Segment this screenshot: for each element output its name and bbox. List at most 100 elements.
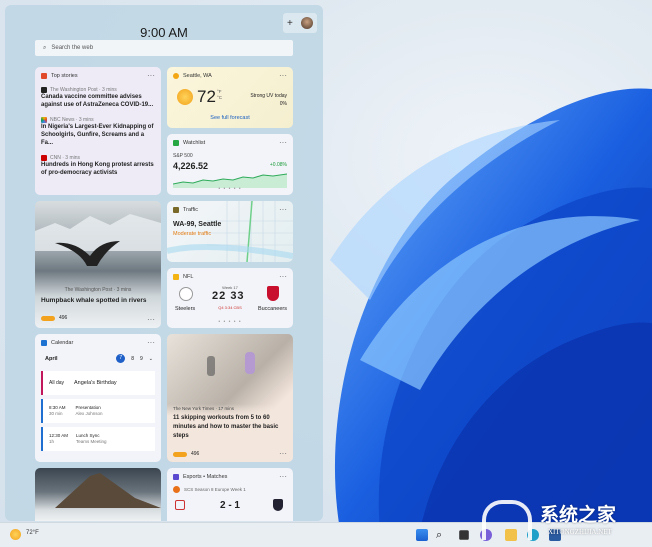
reaction-count: 496 [191,451,200,457]
story-item[interactable]: CNN · 3 mins Hundreds in Hong Kong protes… [41,155,155,177]
story-item[interactable]: The Washington Post · 3 mins Canada vacci… [41,87,155,109]
reaction-count: 496 [59,315,68,321]
unit-c-toggle[interactable]: °C [217,95,222,101]
event-subtitle: Alex Johnson [75,411,103,416]
calendar-event[interactable]: All day Angela's Birthday [41,371,155,395]
story-headline: Canada vaccine committee advises against… [41,94,154,108]
story-headline: In Nigeria's Largest-Ever Kidnapping of … [41,124,154,146]
nfl-card[interactable]: NFL ··· Steelers Week 17 22 33 Q4 3:34 C… [167,268,293,328]
calendar-card[interactable]: Calendar ··· April 7 8 9 ⌄ All day Angela's … [35,334,161,462]
page-dots[interactable]: • • • • • [167,319,293,325]
calendar-event[interactable]: 12:30 AM 1h Lunch Sync Teams Meeting [41,427,155,451]
card-title: Traffic [183,207,198,213]
more-options-button[interactable]: ··· [147,338,155,347]
card-title: Esports • Matches [183,474,228,480]
clock: 9:00 AM [140,25,188,40]
chart-icon [173,140,179,146]
shadow-image [207,356,215,376]
more-options-button[interactable]: ··· [279,472,287,481]
traffic-card[interactable]: Traffic ··· WA-99, Seattle Moderate traf… [167,201,293,262]
runner-image [245,352,255,374]
top-stories-card[interactable]: Top stories ··· The Washington Post · 3 … [35,67,161,195]
watermark-text: 系统之家 [540,504,617,526]
weather-sun-icon [177,89,193,105]
more-options-button[interactable]: ··· [147,71,155,80]
card-title: NFL [183,274,194,280]
event-subtitle: Teams Meeting [76,439,107,444]
calendar-icon [41,340,47,346]
card-title: Seattle, WA [183,73,212,79]
trophy-icon [173,274,179,280]
index-name: S&P 500 [173,153,193,159]
traffic-road: WA-99, Seattle [173,221,222,228]
esports-event: SCS Season 8 Europe Week 1 [184,487,246,492]
index-value: 4,226.52 [173,161,209,171]
weather-condition: Strong UV today [250,93,287,99]
day[interactable]: 9 [140,356,143,362]
full-forecast-link[interactable]: See full forecast [167,115,293,121]
watermark-logo-icon [482,500,532,540]
chevron-down-icon[interactable]: ⌄ [149,356,153,362]
news-icon [41,73,47,79]
esports-card[interactable]: Esports • Matches ··· SCS Season 8 Europ… [167,468,293,521]
gamepad-icon [173,474,179,480]
event-duration: 1h [49,439,55,444]
search-input[interactable]: ⌕ Search the web [35,40,293,56]
event-time: All day [49,380,65,386]
watermark-url: XITONGZHIJIA.NET [548,528,612,536]
taskbar-temperature: 72°F [26,530,39,536]
search-button[interactable]: ⌕ [436,529,448,541]
day[interactable]: 8 [131,356,134,362]
more-options-button[interactable]: ··· [279,205,287,214]
calendar-event[interactable]: 8:30 AM 30 min Presentation Alex Johnson [41,399,155,423]
mountain-image [55,473,161,508]
story-headline: Humpback whale spotted in rivers [41,297,147,304]
avatar[interactable] [300,17,313,29]
calendar-month: April [45,356,58,362]
event-logo [173,486,180,493]
precipitation: 0% [279,101,287,107]
search-icon: ⌕ [43,44,47,51]
event-duration: 30 min [49,411,63,416]
event-title: Angela's Birthday [74,380,117,386]
weather-widget-button[interactable] [10,529,21,540]
story-item[interactable]: NBC News · 3 mins In Nigeria's Largest-Ev… [41,117,155,147]
add-widget-button[interactable]: + [287,18,293,29]
more-options-button[interactable]: ··· [147,315,155,324]
story-headline: Hundreds in Hong Kong protest arrests of… [41,162,154,176]
whale-story-card[interactable]: The Washington Post · 3 mins Humpback wh… [35,201,161,328]
card-title: Watchlist [183,140,206,146]
sun-icon [173,73,179,79]
more-options-button[interactable]: ··· [279,272,287,281]
skipping-story-card[interactable]: The New York Times · 17 mins 11 skipping… [167,334,293,462]
mountain-story-card[interactable] [35,468,161,521]
more-options-button[interactable]: ··· [279,71,287,80]
buccaneers-logo [267,286,279,301]
card-title: Calendar [51,340,74,346]
traffic-light-icon [173,207,179,213]
more-options-button[interactable]: ··· [279,449,287,458]
widgets-panel: 9:00 AM + ⌕ Search the web Top stories ··… [5,5,323,521]
watermark: 系统之家 [540,500,616,527]
story-headline: 11 skipping workouts from 5 to 60 minute… [173,415,279,439]
more-options-button[interactable]: ··· [279,138,287,147]
team-logo [175,500,185,510]
index-change: +0.08% [269,162,287,168]
temperature: 72 [197,87,216,106]
story-source: The Washington Post · 3 mins [64,287,132,293]
watchlist-card[interactable]: Watchlist ··· S&P 500 4,226.52 +0.08% • … [167,134,293,195]
task-view-button[interactable] [459,530,469,540]
reactions-icon[interactable] [41,315,55,321]
search-placeholder: Search the web [51,45,94,51]
bloom-wallpaper-graphic [330,88,652,522]
page-dots[interactable]: • • • • • [167,186,293,192]
card-title: Top stories [51,73,78,79]
start-button[interactable] [416,529,428,541]
home-score: 22 [212,290,227,302]
team-logo [273,499,283,511]
day-selected[interactable]: 7 [116,354,126,363]
traffic-status: Moderate traffic [173,231,212,237]
reactions-icon[interactable] [173,451,187,457]
weather-card[interactable]: Seattle, WA ··· 72 °F °C Strong UV today 0… [167,67,293,128]
whale-image [35,214,161,266]
